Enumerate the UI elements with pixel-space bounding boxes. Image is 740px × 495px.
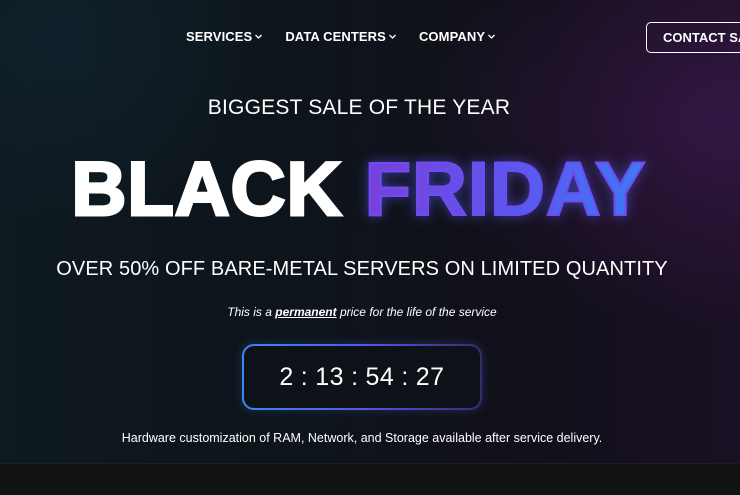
nav-item-label: COMPANY	[418, 29, 486, 44]
hero-section: SERVICES DATA CENTERS COMPANY CONTACT SA…	[0, 0, 740, 463]
chevron-down-icon	[254, 32, 263, 41]
nav-item-label: SERVICES	[186, 29, 253, 44]
countdown-separator: :	[401, 362, 409, 391]
main-nav: SERVICES DATA CENTERS COMPANY	[186, 29, 496, 44]
countdown-hours: 13	[315, 362, 345, 391]
black-friday-headline: BLACK FRIDAY	[0, 146, 718, 233]
note-text-before: This is a	[227, 305, 276, 319]
nav-item-services[interactable]: SERVICES	[186, 29, 263, 44]
chevron-down-icon	[487, 32, 496, 41]
countdown-separator: :	[351, 362, 359, 391]
note-emphasis: permanent	[275, 305, 337, 319]
next-section-edge	[0, 463, 740, 495]
countdown-timer: 2 : 13 : 54 : 27	[242, 344, 482, 410]
countdown-seconds: 27	[415, 362, 445, 391]
offer-text: OVER 50% OFF BARE-METAL SERVERS ON LIMIT…	[56, 258, 668, 280]
headline-friday: FRIDAY	[364, 147, 647, 233]
nav-item-label: DATA CENTERS	[285, 29, 386, 44]
countdown-days: 2	[279, 362, 294, 391]
permanent-price-note: This is a permanent price for the life o…	[0, 305, 724, 319]
customization-footnote: Hardware customization of RAM, Network, …	[121, 431, 603, 445]
nav-item-data-centers[interactable]: DATA CENTERS	[285, 29, 397, 44]
headline-black: BLACK	[70, 146, 343, 233]
nav-item-company[interactable]: COMPANY	[419, 29, 496, 44]
chevron-down-icon	[388, 32, 397, 41]
countdown-minutes: 54	[365, 362, 395, 391]
note-text-after: price for the life of the service	[336, 305, 497, 319]
sale-kicker: BIGGEST SALE OF THE YEAR	[207, 96, 511, 119]
countdown-separator: :	[300, 362, 309, 391]
contact-sales-button[interactable]: CONTACT SALES	[646, 22, 740, 53]
